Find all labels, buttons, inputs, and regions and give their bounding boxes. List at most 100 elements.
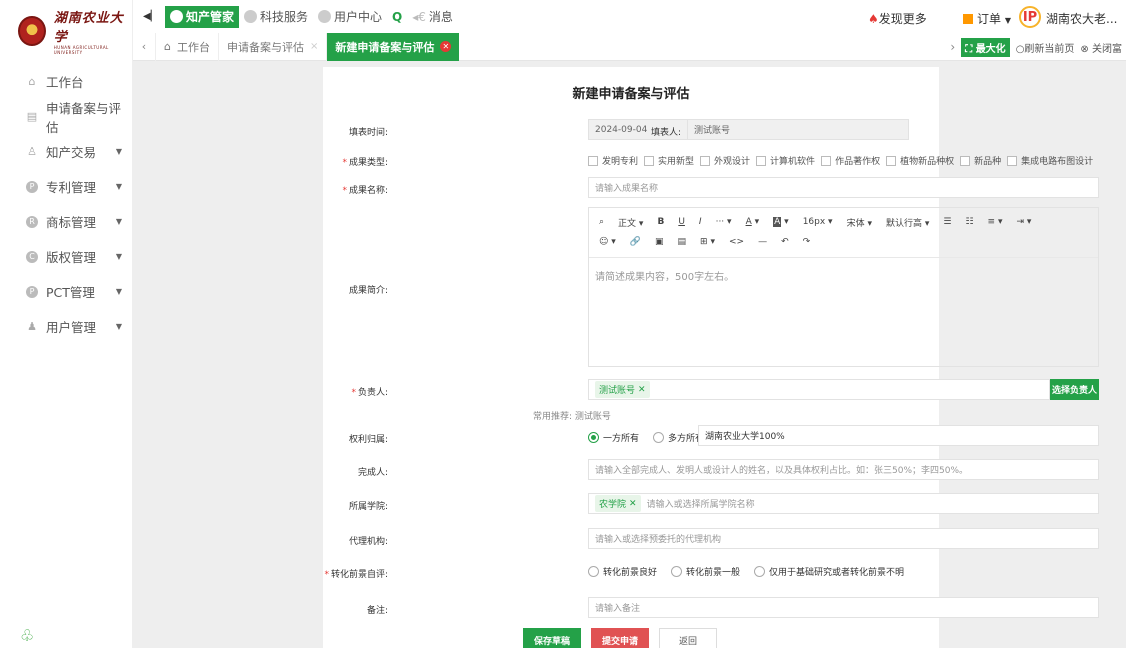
align-icon[interactable]: ≡ ▾ bbox=[988, 217, 1003, 227]
image-icon[interactable]: ▣ bbox=[655, 237, 664, 247]
refresh-page-button[interactable]: ○刷新当前页 bbox=[1016, 40, 1075, 55]
code-icon[interactable]: <> bbox=[729, 237, 744, 247]
chevron-down-icon: ▼ bbox=[115, 322, 122, 331]
paragraph-style-select[interactable]: 正文 ▾ bbox=[618, 216, 643, 229]
radio-prospect-good[interactable] bbox=[588, 566, 599, 577]
font-color-button[interactable]: A ▾ bbox=[746, 217, 760, 227]
radio-prospect-basic[interactable] bbox=[754, 566, 766, 577]
submit-button[interactable]: 提交申请 bbox=[591, 628, 649, 648]
ip-manager-icon bbox=[170, 10, 183, 23]
discover-more-link[interactable]: ♠发现更多 bbox=[868, 10, 927, 27]
sidebar-item-patent[interactable]: P 专利管理 ▼ bbox=[0, 169, 132, 204]
radio-multi-owner[interactable] bbox=[653, 432, 665, 443]
editor-content[interactable]: 请简述成果内容，500字左右。 bbox=[589, 258, 1098, 293]
checkbox-icon bbox=[588, 155, 598, 166]
university-logo[interactable]: 湖南农业大学 HUNAN AGRICULTURAL UNIVERSITY bbox=[0, 0, 132, 62]
type-checkbox-design[interactable]: 外观设计 bbox=[700, 154, 750, 167]
copyright-icon: C bbox=[26, 250, 38, 263]
top-navbar: ◀▏ 知产管家 科技服务 用户中心 Q ◂€ 消息 ♠发现更多 订单 ▼ IP … bbox=[133, 0, 1126, 33]
college-input[interactable]: 农学院 ✕ 请输入或选择所属学院名称 bbox=[588, 493, 1099, 514]
chevron-down-icon: ▼ bbox=[115, 182, 122, 191]
users-icon: ♟ bbox=[27, 320, 37, 333]
top-nav-user-center[interactable]: 用户中心 bbox=[313, 6, 387, 28]
font-family-select[interactable]: 宋体 ▾ bbox=[847, 216, 872, 229]
bell-icon: ◂€ bbox=[412, 9, 426, 24]
line-height-select[interactable]: 默认行高 ▾ bbox=[886, 216, 929, 229]
table-icon[interactable]: ⊞ ▾ bbox=[700, 237, 715, 247]
bg-color-button[interactable]: A ▾ bbox=[773, 217, 789, 227]
orders-menu[interactable]: 订单 ▼ bbox=[963, 10, 1011, 27]
tag-remove-icon[interactable]: ✕ bbox=[638, 385, 646, 395]
pct-icon: P bbox=[26, 285, 38, 298]
search-icon[interactable]: Q bbox=[387, 6, 407, 28]
redo-icon[interactable]: ↷ bbox=[803, 237, 811, 247]
tabs-scroll-left-icon[interactable]: ‹ bbox=[133, 40, 155, 53]
radio-single-owner[interactable] bbox=[588, 432, 599, 443]
agency-input[interactable]: 请输入或选择预委托的代理机构 bbox=[588, 528, 1099, 549]
type-checkbox-ic-layout[interactable]: 集成电路布图设计 bbox=[1007, 154, 1093, 167]
remark-input[interactable]: 请输入备注 bbox=[588, 597, 1099, 618]
sidebar-item-apply[interactable]: ▤ 申请备案与评估 bbox=[0, 99, 132, 135]
sidebar-item-users[interactable]: ♟ 用户管理 ▼ bbox=[0, 309, 132, 344]
emoji-icon[interactable]: ☺ ▾ bbox=[599, 237, 616, 247]
more-styles-button[interactable]: ··· ▾ bbox=[716, 217, 732, 227]
link-icon[interactable]: 🔗 bbox=[630, 237, 641, 247]
tag-remove-icon[interactable]: ✕ bbox=[629, 499, 637, 509]
type-checkbox-work-copyright[interactable]: 作品著作权 bbox=[821, 154, 880, 167]
sidebar-item-trade[interactable]: ♙ 知产交易 ▼ bbox=[0, 134, 132, 169]
select-leader-button[interactable]: 选择负责人 bbox=[1050, 379, 1099, 400]
font-size-select[interactable]: 16px ▾ bbox=[803, 217, 833, 227]
ip-avatar[interactable]: IP bbox=[1019, 6, 1041, 28]
type-label: * 成果类型: bbox=[342, 158, 388, 168]
user-center-icon bbox=[318, 10, 332, 23]
sidebar-item-copyright[interactable]: C 版权管理 ▼ bbox=[0, 239, 132, 274]
checkbox-icon bbox=[821, 155, 832, 166]
save-draft-button[interactable]: 保存草稿 bbox=[523, 628, 581, 648]
chevron-down-icon: ▼ bbox=[115, 287, 122, 296]
tabs-scroll-right-icon[interactable]: › bbox=[950, 40, 955, 54]
undo-icon[interactable]: ↶ bbox=[781, 237, 789, 247]
close-icon[interactable]: × bbox=[310, 41, 318, 52]
name-input[interactable]: 请输入成果名称 bbox=[588, 177, 1099, 198]
page-title: 新建申请备案与评估 bbox=[572, 87, 690, 102]
close-tabs-button[interactable]: ⊗ 关闭富 bbox=[1080, 40, 1122, 55]
chevron-down-icon: ▼ bbox=[115, 252, 122, 261]
type-checkbox-new-variety[interactable]: 新品种 bbox=[960, 154, 1001, 167]
sidebar-item-workbench[interactable]: ⌂ 工作台 bbox=[0, 64, 132, 99]
patent-icon: P bbox=[26, 180, 38, 193]
italic-button[interactable]: I bbox=[699, 217, 702, 227]
logo-title: 湖南农业大学 bbox=[53, 11, 124, 45]
bullet-list-icon[interactable]: ☰ bbox=[943, 217, 951, 227]
type-checkbox-invention[interactable]: 发明专利 bbox=[588, 154, 638, 167]
sidebar-item-trademark[interactable]: R 商标管理 ▼ bbox=[0, 204, 132, 239]
tab-apply[interactable]: 申请备案与评估 × bbox=[217, 32, 326, 61]
top-nav-tech-service[interactable]: 科技服务 bbox=[239, 6, 313, 28]
radio-prospect-fair[interactable] bbox=[671, 566, 683, 577]
user-name[interactable]: 湖南农大老... bbox=[1046, 10, 1117, 27]
type-checkbox-utility[interactable]: 实用新型 bbox=[644, 154, 694, 167]
bold-button[interactable]: B bbox=[657, 217, 664, 227]
remark-label: 备注: bbox=[366, 606, 388, 616]
leader-input[interactable]: 测试账号 ✕ bbox=[588, 379, 1050, 400]
collapse-sidebar-icon[interactable]: ◀▏ bbox=[143, 11, 158, 22]
underline-button[interactable]: U bbox=[678, 217, 685, 227]
back-button[interactable]: 返回 bbox=[659, 628, 717, 648]
top-nav-ip-manager[interactable]: 知产管家 bbox=[165, 5, 240, 28]
video-icon[interactable]: ▤ bbox=[678, 237, 687, 247]
close-icon[interactable]: ✕ bbox=[440, 41, 452, 52]
leaf-icon[interactable]: ♧ bbox=[20, 626, 40, 646]
type-checkbox-software[interactable]: 计算机软件 bbox=[756, 154, 815, 167]
top-nav-messages[interactable]: ◂€ 消息 bbox=[407, 6, 458, 28]
tab-new-apply[interactable]: 新建申请备案与评估 ✕ bbox=[326, 32, 460, 61]
tab-workbench[interactable]: ⌂ 工作台 bbox=[155, 32, 218, 61]
indent-icon[interactable]: ⇥ ▾ bbox=[1016, 217, 1031, 227]
numbered-list-icon[interactable]: ☷ bbox=[965, 217, 973, 227]
divider-icon[interactable]: — bbox=[758, 237, 767, 247]
completer-input[interactable]: 请输入全部完成人、发明人或设计人的姓名，以及具体权利占比。如：张三50%；李四5… bbox=[588, 459, 1099, 480]
ownership-input[interactable]: 湖南农业大学100% bbox=[698, 425, 1099, 446]
intro-label: 成果简介: bbox=[348, 286, 388, 296]
sidebar-item-pct[interactable]: P PCT管理 ▼ bbox=[0, 274, 132, 309]
attach-icon[interactable]: ⌕ bbox=[599, 217, 604, 227]
maximize-button[interactable]: ⛶ 最大化 bbox=[961, 37, 1010, 57]
type-checkbox-plant-variety-right[interactable]: 植物新品种权 bbox=[886, 154, 954, 167]
